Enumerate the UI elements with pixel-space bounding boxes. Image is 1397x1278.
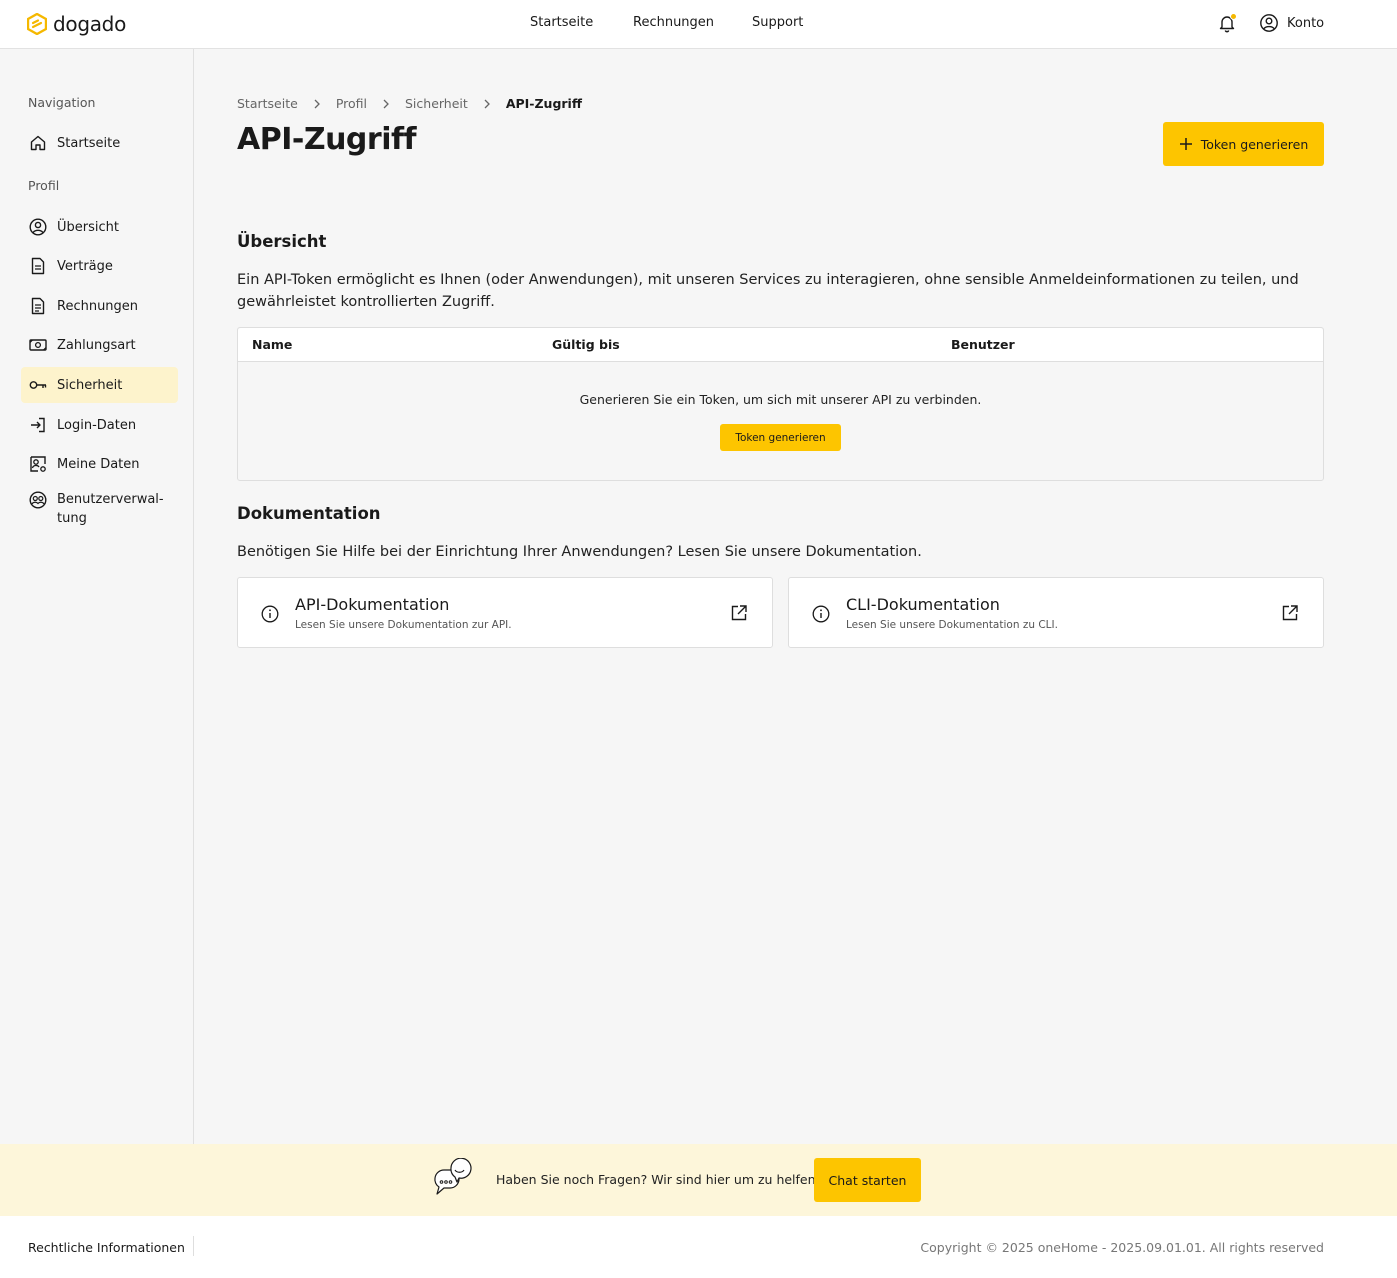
overview-title: Übersicht bbox=[237, 232, 327, 251]
sidebar-item-label: Übersicht bbox=[57, 219, 119, 235]
sidebar-item-vertraege[interactable]: Verträge bbox=[21, 248, 178, 284]
user-circle-icon bbox=[1260, 14, 1278, 32]
dogado-logo-icon bbox=[27, 13, 47, 35]
api-documentation-card[interactable]: API-Dokumentation Lesen Sie unsere Dokum… bbox=[237, 577, 773, 648]
top-navigation: Startseite Rechnungen Support bbox=[0, 0, 1333, 48]
token-table: Name Gültig bis Benutzer Generieren Sie … bbox=[237, 327, 1324, 481]
info-icon bbox=[812, 605, 830, 623]
users-icon bbox=[29, 491, 47, 509]
breadcrumb-startseite[interactable]: Startseite bbox=[237, 96, 298, 111]
generate-token-button[interactable]: Token generieren bbox=[1163, 122, 1324, 166]
generate-token-inline-button[interactable]: Token generieren bbox=[720, 424, 841, 451]
help-banner: Haben Sie noch Fragen? Wir sind hier um … bbox=[0, 1144, 1397, 1216]
footer: Rechtliche Informationen Copyright © 202… bbox=[0, 1216, 1397, 1278]
start-chat-button[interactable]: Chat starten bbox=[814, 1158, 921, 1202]
sidebar-item-sicherheit[interactable]: Sicherheit bbox=[21, 367, 178, 403]
sidebar-item-label: Meine Daten bbox=[57, 456, 140, 472]
external-link-icon bbox=[1282, 605, 1298, 621]
sidebar-item-label: Login-Daten bbox=[57, 417, 137, 433]
cli-documentation-card[interactable]: CLI-Dokumentation Lesen Sie unsere Dokum… bbox=[788, 577, 1324, 648]
brand-name: dogado bbox=[53, 12, 127, 36]
sidebar-item-label: Rechnungen bbox=[57, 298, 139, 314]
user-settings-icon bbox=[30, 456, 46, 472]
sidebar-item-benutzerverwaltung[interactable]: Benutzerverwal- tung bbox=[21, 486, 178, 530]
doc-card-title: CLI-Dokumentation bbox=[846, 595, 1000, 614]
brand-logo[interactable]: dogado bbox=[27, 12, 126, 36]
chevron-right-icon bbox=[484, 99, 490, 108]
doc-card-subtitle: Lesen Sie unsere Dokumentation zu CLI. bbox=[846, 619, 1058, 631]
sidebar-item-startseite[interactable]: Startseite bbox=[21, 125, 178, 161]
documentation-description: Benötigen Sie Hilfe bei der Einrichtung … bbox=[237, 544, 922, 560]
table-header: Name Gültig bis Benutzer bbox=[238, 328, 1323, 362]
column-valid-until: Gültig bis bbox=[552, 337, 620, 352]
footer-divider bbox=[193, 1236, 194, 1256]
column-user: Benutzer bbox=[951, 337, 1015, 352]
topnav-startseite[interactable]: Startseite bbox=[530, 15, 593, 30]
top-header: dogado Startseite Rechnungen Support Kon… bbox=[0, 0, 1397, 49]
sidebar-heading-navigation: Navigation bbox=[28, 95, 96, 110]
chevron-right-icon bbox=[314, 99, 320, 108]
info-icon bbox=[261, 605, 279, 623]
external-link-icon bbox=[731, 605, 747, 621]
sidebar-item-rechnungen[interactable]: Rechnungen bbox=[21, 288, 178, 324]
breadcrumb-profil[interactable]: Profil bbox=[336, 96, 367, 111]
chevron-right-icon bbox=[383, 99, 389, 108]
user-circle-icon bbox=[29, 218, 47, 236]
topnav-support[interactable]: Support bbox=[752, 15, 803, 30]
money-icon bbox=[29, 339, 47, 351]
invoice-icon bbox=[31, 297, 45, 315]
home-icon bbox=[30, 135, 46, 151]
copyright-text: Copyright © 2025 oneHome - 2025.09.01.01… bbox=[920, 1240, 1324, 1255]
login-icon bbox=[31, 417, 45, 433]
account-menu[interactable]: Konto bbox=[1259, 13, 1324, 33]
chat-bubbles-icon bbox=[434, 1158, 472, 1195]
documentation-title: Dokumentation bbox=[237, 504, 381, 523]
doc-card-title: API-Dokumentation bbox=[295, 595, 450, 614]
document-icon bbox=[31, 257, 45, 275]
breadcrumb: Startseite Profil Sicherheit API-Zugriff bbox=[237, 96, 582, 111]
column-name: Name bbox=[252, 337, 293, 352]
sidebar-item-meine-daten[interactable]: Meine Daten bbox=[21, 446, 178, 482]
sidebar-item-label: Benutzerverwal- tung bbox=[57, 492, 164, 526]
sidebar-item-label: Startseite bbox=[57, 135, 121, 151]
sidebar-item-login-daten[interactable]: Login-Daten bbox=[21, 407, 178, 443]
sidebar-item-uebersicht[interactable]: Übersicht bbox=[21, 209, 178, 245]
notification-badge bbox=[1230, 13, 1237, 20]
overview-description: Ein API-Token ermöglicht es Ihnen (oder … bbox=[237, 272, 1299, 310]
generate-token-label: Token generieren bbox=[1200, 136, 1309, 152]
sidebar-heading-profil: Profil bbox=[28, 178, 60, 193]
breadcrumb-current: API-Zugriff bbox=[505, 96, 582, 111]
topnav-rechnungen[interactable]: Rechnungen bbox=[633, 15, 714, 30]
page-title: API-Zugriff bbox=[237, 122, 417, 157]
doc-card-subtitle: Lesen Sie unsere Dokumentation zur API. bbox=[295, 619, 512, 631]
plus-icon bbox=[1179, 138, 1192, 150]
sidebar-item-zahlungsart[interactable]: Zahlungsart bbox=[21, 327, 178, 363]
sidebar-item-label: Zahlungsart bbox=[57, 337, 136, 353]
account-label: Konto bbox=[1287, 15, 1325, 31]
sidebar-item-label: Sicherheit bbox=[57, 377, 123, 393]
sidebar-item-label: Verträge bbox=[57, 258, 113, 274]
table-empty-message: Generieren Sie ein Token, um sich mit un… bbox=[579, 392, 982, 407]
breadcrumb-sicherheit[interactable]: Sicherheit bbox=[405, 96, 468, 111]
legal-information-link[interactable]: Rechtliche Informationen bbox=[28, 1240, 185, 1255]
sidebar: Navigation Startseite Profil Übersicht V… bbox=[0, 49, 194, 1144]
help-text: Haben Sie noch Fragen? Wir sind hier um … bbox=[496, 1172, 820, 1187]
key-icon bbox=[29, 381, 47, 389]
